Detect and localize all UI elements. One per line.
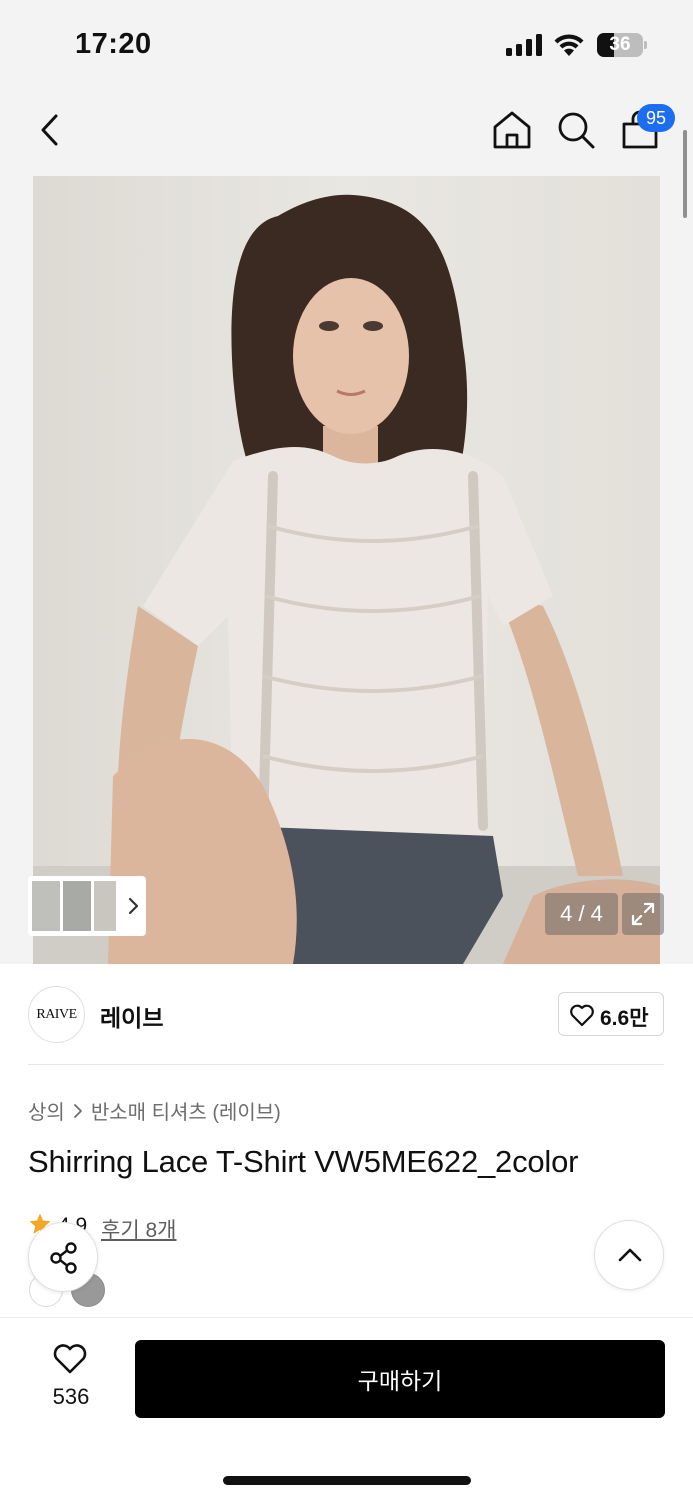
status-bar: 17:20 36 — [0, 0, 693, 90]
wishlist-button[interactable]: 536 — [40, 1340, 102, 1420]
brand-logo[interactable]: RAIVE — [28, 986, 85, 1043]
brand-like-button[interactable]: 6.6만 — [558, 992, 664, 1036]
wishlist-count: 536 — [52, 1384, 90, 1409]
battery-percent: 36 — [609, 34, 631, 55]
thumbnail-image[interactable] — [94, 881, 116, 931]
product-photo[interactable] — [33, 176, 660, 964]
heart-icon — [53, 1344, 87, 1374]
thumbnail-image[interactable] — [63, 881, 91, 931]
status-time: 17:20 — [75, 28, 152, 60]
model-illustration — [33, 176, 660, 964]
scrollbar[interactable] — [683, 130, 687, 218]
breadcrumb: 상의 반소매 티셔츠 (레이브) — [28, 1096, 281, 1125]
home-icon[interactable] — [490, 108, 534, 152]
cellular-signal-icon — [506, 34, 542, 56]
brand-like-count: 6.6만 — [600, 1007, 649, 1030]
brand-name[interactable]: 레이브 — [100, 999, 163, 1033]
heart-icon — [570, 1004, 594, 1027]
thumbnail-chevron-icon — [128, 897, 139, 915]
image-counter: 4 / 4 — [545, 893, 618, 935]
chevron-right-icon — [73, 1103, 82, 1118]
product-title: Shirring Lace T-Shirt VW5ME622_2color — [28, 1144, 579, 1179]
wifi-icon — [554, 34, 584, 56]
home-indicator — [223, 1476, 471, 1485]
scroll-to-top-button[interactable] — [594, 1220, 664, 1290]
battery-icon: 36 — [597, 33, 647, 57]
buy-button[interactable]: 구매하기 — [135, 1340, 665, 1418]
chevron-up-icon — [618, 1248, 642, 1262]
breadcrumb-item[interactable]: 반소매 티셔츠 (레이브) — [91, 1096, 281, 1125]
thumbnail-strip[interactable] — [28, 876, 146, 936]
expand-icon — [631, 902, 655, 926]
search-icon[interactable] — [554, 108, 598, 152]
bag-count-badge: 95 — [637, 104, 675, 132]
expand-button[interactable] — [622, 893, 664, 935]
thumbnail-image[interactable] — [32, 881, 60, 931]
share-icon — [50, 1242, 77, 1274]
back-chevron-icon[interactable] — [30, 108, 70, 152]
share-button[interactable] — [28, 1222, 98, 1292]
divider — [28, 1064, 664, 1065]
breadcrumb-item[interactable]: 상의 — [28, 1096, 65, 1125]
reviews-link[interactable]: 후기 8개 — [101, 1214, 176, 1244]
